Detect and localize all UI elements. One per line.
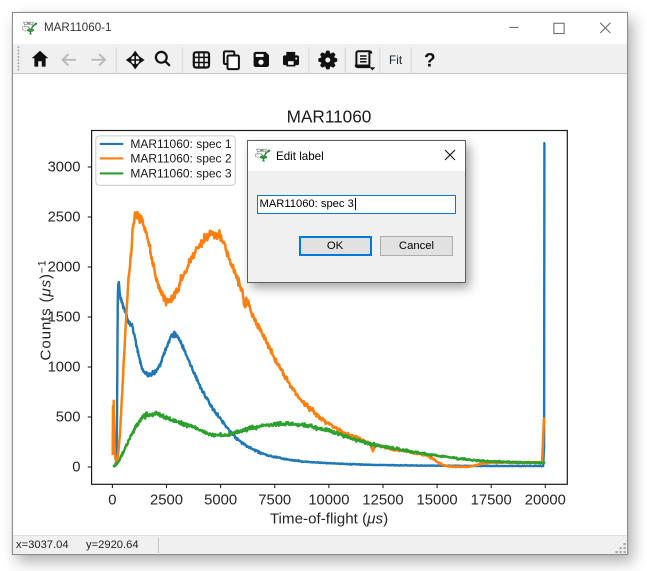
svg-text:1000: 1000 — [48, 360, 81, 376]
svg-text:500: 500 — [56, 410, 81, 426]
svg-text:Time-of-flight (μs): Time-of-flight (μs) — [270, 511, 388, 528]
svg-text:MAR11060: spec 2: MAR11060: spec 2 — [130, 152, 231, 166]
svg-text:MAR11060: MAR11060 — [287, 107, 372, 127]
svg-text:5000: 5000 — [204, 493, 237, 509]
svg-text:MAR11060: spec 3: MAR11060: spec 3 — [130, 167, 231, 181]
svg-text:3000: 3000 — [48, 160, 81, 176]
svg-text:2500: 2500 — [150, 493, 183, 509]
svg-text:20000: 20000 — [525, 493, 566, 509]
svg-text:10000: 10000 — [308, 493, 349, 509]
svg-text:12500: 12500 — [362, 493, 403, 509]
svg-text:17500: 17500 — [471, 493, 512, 509]
svg-text:7500: 7500 — [258, 493, 291, 509]
svg-text:0: 0 — [72, 460, 80, 476]
svg-text:2500: 2500 — [48, 210, 81, 226]
svg-text:MAR11060: spec 1: MAR11060: spec 1 — [130, 137, 231, 151]
svg-text:15000: 15000 — [417, 493, 458, 509]
svg-text:0: 0 — [108, 493, 116, 509]
svg-text:Counts (μs)−1: Counts (μs)−1 — [36, 260, 54, 361]
